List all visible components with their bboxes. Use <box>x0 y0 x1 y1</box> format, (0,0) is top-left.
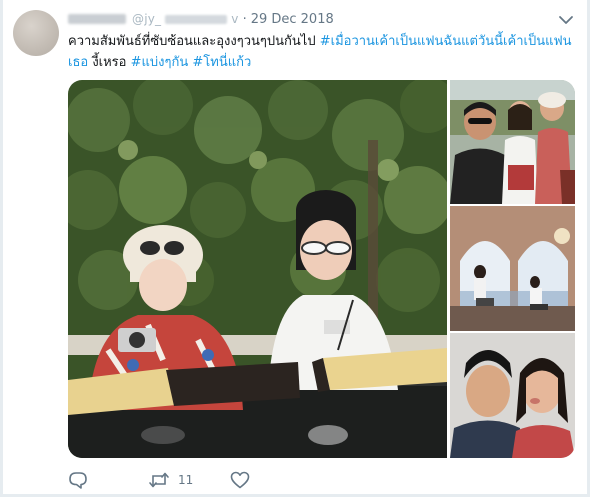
hashtag-link-continued[interactable]: เธอ <box>68 55 88 70</box>
media-photo-4[interactable] <box>450 333 575 458</box>
tweet-text: ความสัมพันธ์ที่ซับซ้อนและอุงงๆวนๆปนกันไป… <box>68 31 578 73</box>
media-photo-main[interactable] <box>68 80 447 458</box>
tweet-text-plain-2: งี้เหรอ <box>88 55 131 70</box>
reply-icon <box>69 472 87 489</box>
like-icon <box>230 471 250 489</box>
frame-border-left <box>0 0 3 497</box>
user-handle[interactable]: @jy_ v <box>132 12 239 26</box>
hashtag-link-2[interactable]: #แบ่งๆกัน <box>131 55 189 70</box>
retweet-icon <box>149 472 169 488</box>
hashtag-link[interactable]: #เมื่อวานเค้าเป็นแฟนฉันแต่วันนี้เค้าเป็น… <box>320 34 572 49</box>
media-grid <box>68 80 575 458</box>
media-photo-3[interactable] <box>450 206 575 331</box>
separator-dot: · <box>242 11 247 27</box>
retweet-button[interactable]: 11 <box>148 470 193 490</box>
avatar[interactable] <box>13 10 59 56</box>
display-name-redacted[interactable] <box>68 14 126 24</box>
hashtag-link-3[interactable]: #โทนี่แก้ว <box>192 55 251 70</box>
tweet-header: @jy_ v · 29 Dec 2018 <box>68 10 334 28</box>
tweet-actions: 11 <box>68 470 368 490</box>
media-photo-2[interactable] <box>450 80 575 204</box>
reply-button[interactable] <box>68 470 96 490</box>
tweet-date[interactable]: 29 Dec 2018 <box>251 12 334 27</box>
like-button[interactable] <box>230 470 258 490</box>
chevron-down-icon[interactable] <box>558 14 574 26</box>
retweet-count: 11 <box>178 473 194 487</box>
tweet-text-plain: ความสัมพันธ์ที่ซับซ้อนและอุงงๆวนๆปนกันไป <box>68 34 320 49</box>
